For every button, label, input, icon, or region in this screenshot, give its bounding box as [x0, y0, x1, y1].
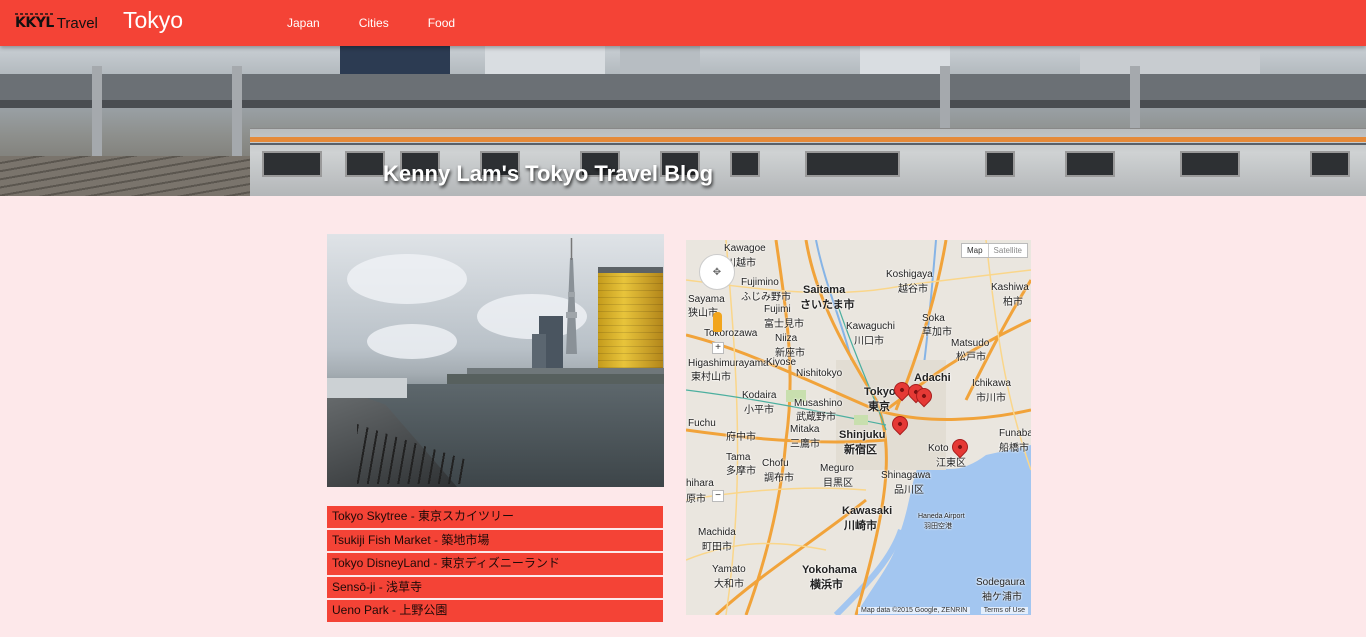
map-label-niiza: Niiza [775, 333, 798, 344]
navbar: KKYL Travel Tokyo Japan Cities Food [0, 0, 1366, 46]
map-label-fujimino: Fujimino [741, 277, 779, 288]
map-label-fujimi: Fujimi [764, 304, 791, 315]
map-label-kawasaki-jp: 川崎市 [844, 520, 877, 532]
map-label-kawaguchi-jp: 川口市 [854, 336, 884, 347]
place-item-disneyland[interactable]: Tokyo DisneyLand - 東京ディズニーランド [327, 553, 663, 575]
place-item-tsukiji[interactable]: Tsukiji Fish Market - 築地市場 [327, 529, 663, 551]
map-label-haneda: Haneda Airport [918, 513, 965, 520]
map-label-koshigaya: Koshigaya [886, 269, 933, 280]
map-label-hachioji-jp: 原市 [686, 494, 706, 505]
map-label-koshigaya-jp: 越谷市 [898, 284, 928, 295]
map-label-kodaira-jp: 小平市 [744, 405, 774, 416]
main-nav: Japan Cities Food [287, 16, 494, 30]
map-label-hachioji: hihara [686, 478, 714, 489]
map-label-saitama: Saitama [803, 284, 846, 296]
map-label-ichikawa-jp: 市川市 [976, 393, 1006, 404]
map-label-chofu: Chofu [762, 458, 789, 469]
site-logo[interactable]: KKYL Travel [15, 12, 98, 34]
map-label-tokyo-jp: 東京 [868, 401, 890, 413]
map-label-yamato-jp: 大和市 [714, 579, 744, 590]
map-label-tama-jp: 多摩市 [726, 466, 756, 477]
map-label-haneda-jp: 羽田空港 [924, 523, 952, 530]
logo-mark: KKYL [15, 13, 54, 31]
hero-title: Kenny Lam's Tokyo Travel Blog [383, 161, 714, 186]
map-label-kawasaki: Kawasaki [842, 505, 893, 517]
map-label-shinjuku: Shinjuku [839, 429, 886, 441]
map-label-fujimino-jp: ふじみ野市 [741, 292, 791, 303]
google-map[interactable]: Kawagoe 川越市 Koshigaya 越谷市 Fujimino ふじみ野市… [686, 240, 1031, 615]
places-list: Tokyo Skytree - 東京スカイツリー Tsukiji Fish Ma… [327, 506, 663, 624]
map-label-machida-jp: 町田市 [702, 542, 732, 553]
map-type-map-button[interactable]: Map [962, 244, 988, 257]
map-label-yokohama: Yokohama [802, 564, 857, 576]
map-label-mitaka: Mitaka [790, 424, 820, 435]
map-label-fuchu-jp: 府中市 [726, 432, 756, 443]
map-label-nishitokyo: Nishitokyo [796, 368, 843, 379]
map-label-sodegaura: Sodegaura [976, 577, 1025, 588]
logo-text: Travel [56, 14, 98, 32]
map-type-control: Map Satellite [960, 243, 1028, 258]
map-attribution: Map data ©2015 Google, ZENRIN [858, 607, 971, 614]
nav-link-japan[interactable]: Japan [287, 16, 320, 30]
map-label-koto: Koto [928, 443, 949, 454]
map-label-meguro: Meguro [820, 463, 854, 474]
map-label-matsudo-jp: 松戸市 [956, 352, 986, 363]
map-label-soka-jp: 草加市 [922, 327, 952, 338]
map-label-shinjuku-jp: 新宿区 [844, 444, 877, 456]
pegman-icon[interactable] [713, 312, 722, 332]
map-label-ichikawa: Ichikawa [972, 378, 1011, 389]
hero-banner: Kenny Lam's Tokyo Travel Blog [0, 46, 1366, 196]
map-label-yamato: Yamato [712, 564, 746, 575]
map-label-higashimurayama-jp: 東村山市 [691, 372, 731, 383]
map-label-fuchu: Fuchu [688, 418, 716, 429]
map-label-adachi: Adachi [914, 372, 951, 384]
map-label-shinagawa-jp: 品川区 [894, 485, 924, 496]
map-label-shinagawa: Shinagawa [881, 470, 931, 481]
map-type-satellite-button[interactable]: Satellite [987, 244, 1027, 257]
map-label-kodaira: Kodaira [742, 390, 777, 401]
map-label-tokyo: Tokyo [864, 386, 896, 398]
place-item-skytree[interactable]: Tokyo Skytree - 東京スカイツリー [327, 506, 663, 528]
zoom-in-button[interactable]: + [712, 342, 724, 354]
map-label-kashiwa: Kashiwa [991, 282, 1029, 293]
map-label-kawagoe: Kawagoe [724, 243, 766, 254]
map-label-musashino-jp: 武蔵野市 [796, 412, 836, 423]
map-label-tokorozawa: Tokorozawa [704, 328, 758, 339]
site-title[interactable]: Tokyo [123, 7, 183, 34]
map-label-funabashi-jp: 船橋市 [999, 443, 1029, 454]
map-label-funabashi: Funaba [999, 428, 1031, 439]
map-label-fujimi-jp: 富士見市 [764, 319, 804, 330]
map-label-saitama-jp: さいたま市 [800, 299, 855, 311]
map-label-sodegaura-jp: 袖ケ浦市 [982, 592, 1022, 603]
map-label-kiyose: Kiyose [766, 357, 797, 368]
place-item-ueno-park[interactable]: Ueno Park - 上野公園 [327, 600, 663, 622]
zoom-out-button[interactable]: − [712, 490, 724, 502]
map-label-yokohama-jp: 横浜市 [810, 579, 843, 591]
map-label-meguro-jp: 目黒区 [823, 478, 853, 489]
nav-link-food[interactable]: Food [428, 16, 455, 30]
skytree-photo [327, 234, 664, 487]
pan-control-icon[interactable]: ✥ [699, 254, 735, 290]
map-terms-link[interactable]: Terms of Use [980, 607, 1028, 614]
map-label-machida: Machida [698, 527, 736, 538]
map-label-chofu-jp: 調布市 [764, 473, 794, 484]
map-label-mitaka-jp: 三鷹市 [790, 439, 820, 450]
map-label-kawaguchi: Kawaguchi [846, 321, 895, 332]
map-label-kashiwa-jp: 柏市 [1003, 297, 1023, 308]
place-item-sensoji[interactable]: Sensō-ji - 浅草寺 [327, 576, 663, 598]
nav-link-cities[interactable]: Cities [359, 16, 389, 30]
